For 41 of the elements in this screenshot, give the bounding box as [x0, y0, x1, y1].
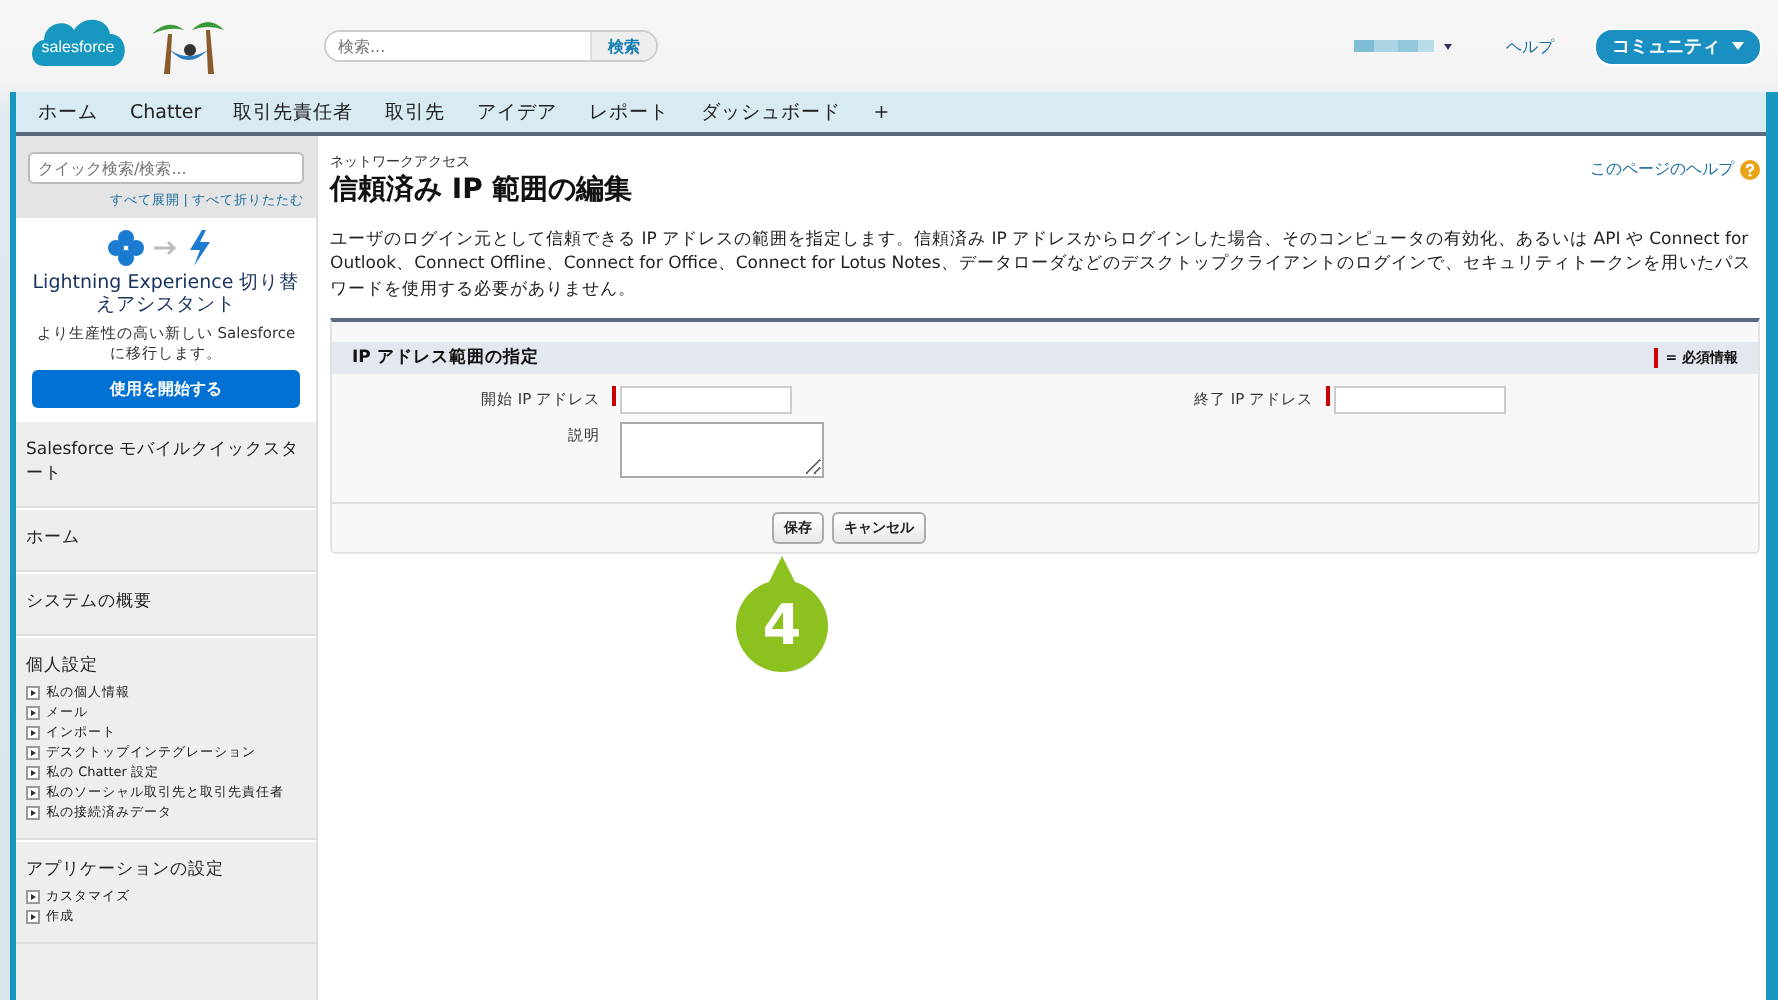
- get-started-button[interactable]: 使用を開始する: [32, 369, 300, 408]
- page-title: 信頼済み IP 範囲の編集: [330, 172, 633, 208]
- step-number-callout: 4: [736, 556, 828, 672]
- description-text: ユーザのログイン元として信頼できる IP アドレスの範囲を指定します。信頼済み IP アドレスからログインした場合、そのコンピュータの有効化、あるいは API や Connect for Outlook、Connect Offline、Connect for Office、Connect for Lotus Notes、データローダなどのデスクトップクライアントのログインで、セキュリティトークンを用いたパスワードを使用する必要がありません。: [330, 228, 1753, 302]
- nav-tab[interactable]: +: [867, 97, 896, 127]
- ip-address-field[interactable]: [1333, 385, 1505, 414]
- sidebar-section-link[interactable]: システムの概要: [26, 589, 306, 614]
- required-marker: [1653, 347, 1658, 368]
- quick-search-field[interactable]: クイック検索/検索...: [28, 152, 304, 184]
- help-link[interactable]: ヘルプ: [1506, 35, 1554, 57]
- description-field[interactable]: [620, 421, 824, 478]
- nav-tab[interactable]: ホーム: [32, 95, 104, 129]
- search-field[interactable]: 検索... 検索: [324, 30, 658, 62]
- triangle-bullet-icon: [26, 685, 40, 700]
- community-menu-button[interactable]: コミュニティ: [1594, 27, 1762, 65]
- sidebar-section-link[interactable]: 個人設定: [26, 653, 306, 678]
- caret-icon: [1732, 42, 1744, 50]
- nav-tab[interactable]: 取引先: [379, 95, 452, 129]
- triangle-bullet-icon: [26, 725, 40, 740]
- sidebar-section-link[interactable]: アプリケーションの設定: [26, 857, 306, 882]
- help-icon: [1740, 159, 1760, 179]
- triangle-bullet-icon: [26, 705, 40, 720]
- triangle-bullet-icon: [26, 765, 40, 780]
- ip-address-field[interactable]: [620, 385, 792, 414]
- triangle-bullet-icon: [26, 889, 40, 904]
- nav-tab[interactable]: レポート: [583, 95, 676, 129]
- promo-title: Lightning Experience 切り替えアシスタント: [32, 274, 300, 318]
- triangle-bullet-icon: [26, 909, 40, 924]
- page-help-link[interactable]: このページのヘルプ: [1590, 158, 1760, 180]
- nav-tab[interactable]: Chatter: [124, 97, 208, 127]
- section-title: IP アドレス範囲の指定: [352, 345, 539, 370]
- search-button[interactable]: 検索: [590, 32, 656, 60]
- sidebar-section-link[interactable]: ホーム: [26, 525, 306, 550]
- triangle-bullet-icon: [26, 805, 40, 820]
- sidebar-section-link[interactable]: Salesforce モバイルクイックスタート: [26, 437, 306, 486]
- nav-tab[interactable]: 取引先責任者: [227, 95, 360, 129]
- triangle-bullet-icon: [26, 745, 40, 760]
- triangle-bullet-icon: [26, 785, 40, 800]
- nav-tab[interactable]: アイデア: [471, 95, 564, 129]
- user-menu[interactable]: [1354, 38, 1458, 54]
- nav-tab[interactable]: ダッシュボード: [695, 95, 848, 129]
